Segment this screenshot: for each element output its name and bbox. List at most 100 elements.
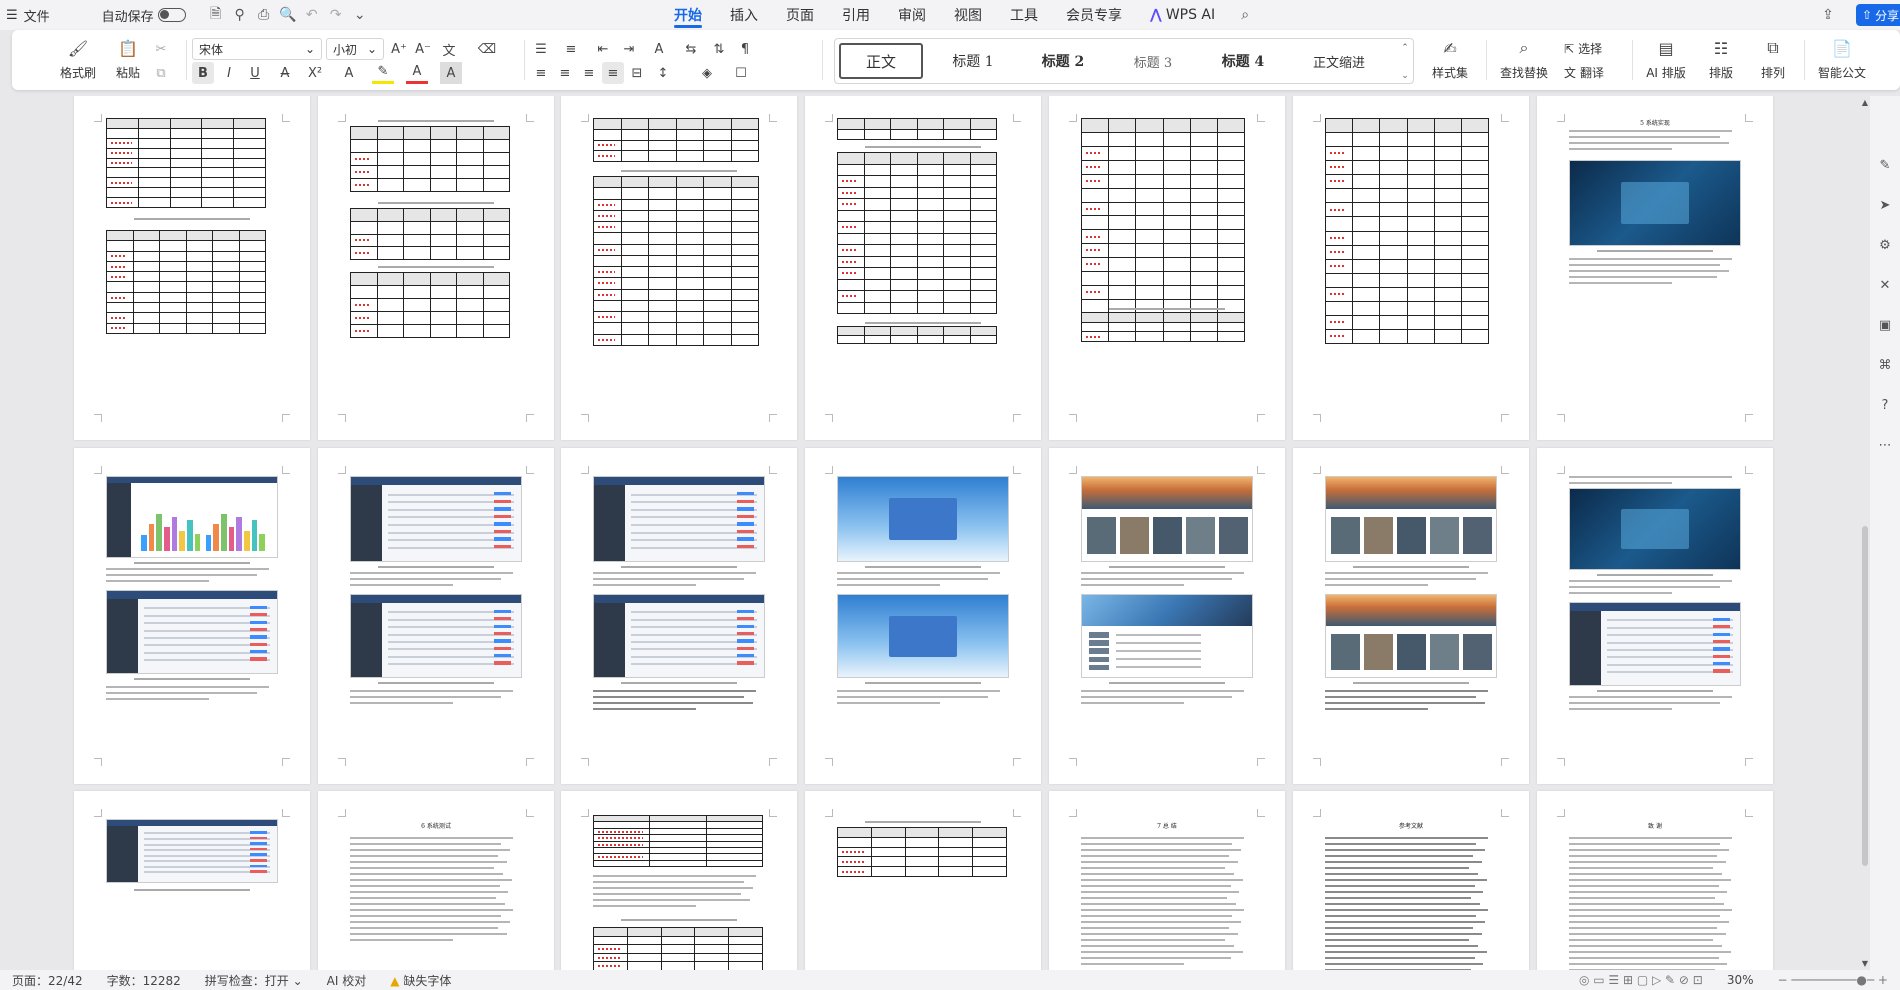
document-page[interactable] xyxy=(318,96,554,440)
print-icon[interactable]: ⎙ xyxy=(252,0,276,30)
decrease-indent-icon[interactable]: ⇤ xyxy=(592,38,614,60)
tab-wps-ai[interactable]: ⋀ WPS AI xyxy=(1136,0,1229,30)
char-shading-icon[interactable]: A xyxy=(440,62,462,84)
scroll-thumb[interactable] xyxy=(1862,526,1868,866)
sliders-icon[interactable]: ⚙ xyxy=(1876,236,1894,254)
word-count[interactable]: 字数：12282 xyxy=(95,972,193,989)
font-color-icon[interactable]: A xyxy=(406,62,428,84)
print-preview-icon[interactable]: 🔍 xyxy=(276,0,300,30)
line-spacing-icon[interactable]: ↕ xyxy=(652,62,674,84)
undo-icon[interactable]: ↶ xyxy=(300,0,324,30)
autosave-toggle[interactable]: 自动保存 xyxy=(94,0,194,30)
style-heading-3[interactable]: 标题 3 xyxy=(1111,43,1195,79)
italic-icon[interactable]: I xyxy=(218,62,240,84)
document-page[interactable] xyxy=(561,96,797,440)
document-page[interactable] xyxy=(74,791,310,970)
style-heading-2[interactable]: 标题 2 xyxy=(1021,43,1105,79)
pointer-icon[interactable]: ➤ xyxy=(1876,196,1894,214)
document-page[interactable] xyxy=(1293,96,1529,440)
link-icon[interactable]: ⚲ xyxy=(228,0,252,30)
numbered-list-icon[interactable]: ≡ xyxy=(560,38,582,60)
tab-page[interactable]: 页面 xyxy=(772,0,828,30)
underline-icon[interactable]: U xyxy=(244,62,266,84)
document-page[interactable]: 参考文献 xyxy=(1293,791,1529,970)
tab-references[interactable]: 引用 xyxy=(828,0,884,30)
pinyin-icon[interactable]: 文 xyxy=(438,38,460,60)
copy-icon[interactable]: ⧉ xyxy=(150,62,172,84)
vertical-scrollbar[interactable]: ▲ ▼ xyxy=(1860,96,1870,970)
tab-member[interactable]: 会员专享 xyxy=(1052,0,1136,30)
style-body-indent[interactable]: 正文缩进 xyxy=(1291,43,1387,79)
grow-font-icon[interactable]: A⁺ xyxy=(388,38,410,60)
style-gallery-scroll[interactable]: ⌃ ⌄ xyxy=(1399,43,1411,81)
cut-icon[interactable]: ✂ xyxy=(150,38,172,60)
document-page[interactable] xyxy=(805,448,1041,784)
align-left-icon[interactable]: ≡ xyxy=(530,62,552,84)
highlight-icon[interactable]: ✎ xyxy=(372,62,394,84)
text-effect-icon[interactable]: A xyxy=(338,62,360,84)
zoom-slider[interactable]: − ─────────●─ + xyxy=(1766,973,1900,987)
ai-proofread[interactable]: AI 校对 xyxy=(315,972,379,989)
show-marks-icon[interactable]: ¶ xyxy=(734,38,756,60)
document-page[interactable]: 致 谢 xyxy=(1537,791,1773,970)
redo-icon[interactable]: ↷ xyxy=(324,0,348,30)
chevron-down-icon[interactable]: ⌄ xyxy=(348,0,372,30)
document-page[interactable] xyxy=(318,448,554,784)
document-page[interactable] xyxy=(805,791,1041,970)
scroll-up-icon[interactable]: ▲ xyxy=(1860,98,1870,107)
cloud-sync-icon[interactable]: ⇪ xyxy=(1816,0,1840,30)
tools-icon[interactable]: ✕ xyxy=(1876,276,1894,294)
bold-icon[interactable]: B xyxy=(192,62,214,84)
document-page[interactable]: 7 总 结 xyxy=(1049,791,1285,970)
distribute-icon[interactable]: ⊟ xyxy=(626,62,648,84)
pen-icon[interactable]: ✎ xyxy=(1876,156,1894,174)
superscript-icon[interactable]: X² xyxy=(304,62,326,84)
align-center-icon[interactable]: ≡ xyxy=(554,62,576,84)
help-icon[interactable]: ? xyxy=(1876,396,1894,414)
shading-icon[interactable]: ◈ xyxy=(696,62,718,84)
select-button[interactable]: ⇱ 选择 xyxy=(1564,40,1602,57)
document-page[interactable]: 6 系统测试 xyxy=(318,791,554,970)
increase-indent-icon[interactable]: ⇥ xyxy=(618,38,640,60)
font-name-select[interactable]: 宋体 ⌄ xyxy=(192,38,322,60)
document-page[interactable] xyxy=(74,96,310,440)
align-right-icon[interactable]: ≡ xyxy=(578,62,600,84)
format-painter-button[interactable]: 🖌 格式刷 xyxy=(54,36,102,86)
strikethrough-icon[interactable]: A xyxy=(274,62,296,84)
justify-icon[interactable]: ≡ xyxy=(602,62,624,84)
view-mode-icons[interactable]: ◎ ▭ ☰ ⊞ ▢ ▷ ✎ ⊘ ⊡ xyxy=(1567,973,1715,987)
image-icon[interactable]: ▣ xyxy=(1876,316,1894,334)
document-page[interactable] xyxy=(1537,448,1773,784)
layout-button[interactable]: ☷ 排版 xyxy=(1696,36,1746,86)
spellcheck-status[interactable]: 拼写检查：打开 ⌄ xyxy=(193,972,315,989)
style-normal[interactable]: 正文 xyxy=(839,43,923,79)
scroll-down-icon[interactable]: ▼ xyxy=(1860,959,1870,968)
file-menu[interactable]: ☰ 文件 xyxy=(0,0,58,30)
font-size-select[interactable]: 小初 ⌄ xyxy=(326,38,384,60)
translate-button[interactable]: 文 翻译 xyxy=(1564,64,1604,81)
missing-font[interactable]: ▲ 缺失字体 xyxy=(378,972,463,989)
smart-doc-button[interactable]: 📄 智能公文 xyxy=(1810,36,1874,86)
document-page[interactable]: 5 系统实现 xyxy=(1537,96,1773,440)
style-heading-1[interactable]: 标题 1 xyxy=(931,43,1015,79)
document-page[interactable] xyxy=(1049,448,1285,784)
text-direction-icon[interactable]: ⇆ xyxy=(680,38,702,60)
document-page[interactable] xyxy=(1293,448,1529,784)
shrink-font-icon[interactable]: A⁻ xyxy=(412,38,434,60)
more-icon[interactable]: ⋯ xyxy=(1876,436,1894,454)
document-page[interactable] xyxy=(561,448,797,784)
clear-format-icon[interactable]: ⌫ xyxy=(476,38,498,60)
share-button[interactable]: ⇧ 分享 xyxy=(1856,4,1900,26)
border-icon[interactable]: ☐ xyxy=(730,62,752,84)
tab-home[interactable]: 开始 xyxy=(660,0,716,30)
page-indicator[interactable]: 页面：22/42 xyxy=(0,972,95,989)
zoom-level[interactable]: 30% xyxy=(1715,973,1766,987)
document-page[interactable] xyxy=(74,448,310,784)
change-case-icon[interactable]: A xyxy=(648,38,670,60)
tab-review[interactable]: 审阅 xyxy=(884,0,940,30)
style-set-button[interactable]: ✍ 样式集 xyxy=(1422,36,1478,86)
search-icon[interactable]: ⌕ xyxy=(1233,0,1257,30)
tab-view[interactable]: 视图 xyxy=(940,0,996,30)
document-page[interactable] xyxy=(1049,96,1285,440)
document-pages-view[interactable]: 5 系统实现 6 系统测试 7 总 结 参考文献 致 谢 xyxy=(0,96,1860,970)
